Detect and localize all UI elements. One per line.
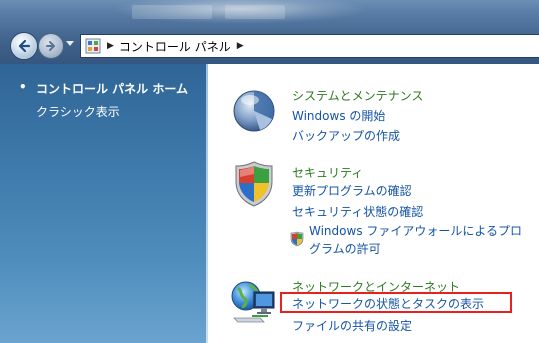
category-view: システムとメンテナンス Windows の開始 バックアップの作成 セキュリティ… (208, 64, 539, 343)
recent-pages-dropdown[interactable] (66, 41, 74, 46)
back-arrow-icon (18, 39, 31, 53)
system-maintenance-icon[interactable] (230, 86, 278, 134)
category-title-security[interactable]: セキュリティ (292, 164, 363, 181)
uac-shield-icon (290, 231, 304, 247)
control-panel-home-link[interactable]: コントロール パネル ホーム (36, 80, 188, 97)
breadcrumb-separator-icon[interactable]: ▶ (237, 41, 244, 51)
link-check-security-status[interactable]: セキュリティ状態の確認 (292, 203, 423, 220)
titlebar-reflection (132, 5, 212, 19)
navigation-toolbar: ▶ コントロール パネル ▶ (0, 28, 539, 64)
link-allow-program-firewall[interactable]: Windows ファイアウォールによるプロ (309, 222, 522, 239)
link-allow-program-firewall-cont[interactable]: グラムの許可 (309, 240, 381, 257)
address-bar[interactable]: ▶ コントロール パネル ▶ (80, 34, 539, 58)
link-check-updates[interactable]: 更新プログラムの確認 (292, 182, 412, 199)
breadcrumb-control-panel[interactable]: コントロール パネル (119, 38, 231, 55)
annotation-highlight-box (280, 292, 512, 313)
link-create-backup[interactable]: バックアップの作成 (292, 127, 400, 144)
window-titlebar (0, 0, 539, 28)
category-title-system-maintenance[interactable]: システムとメンテナンス (292, 87, 423, 104)
link-file-sharing-settings[interactable]: ファイルの共有の設定 (292, 317, 412, 334)
left-task-pane: • コントロール パネル ホーム クラシック表示 (0, 64, 208, 343)
security-shield-icon[interactable] (234, 160, 274, 208)
link-windows-start[interactable]: Windows の開始 (292, 107, 385, 124)
classic-view-link[interactable]: クラシック表示 (36, 103, 120, 120)
forward-arrow-icon (46, 41, 55, 51)
bullet-icon: • (19, 80, 27, 94)
forward-button[interactable] (38, 33, 64, 59)
back-button[interactable] (10, 32, 38, 60)
breadcrumb-separator-icon[interactable]: ▶ (107, 41, 114, 51)
network-internet-icon[interactable] (230, 278, 280, 326)
titlebar-reflection (225, 5, 285, 19)
control-panel-icon (85, 38, 101, 54)
